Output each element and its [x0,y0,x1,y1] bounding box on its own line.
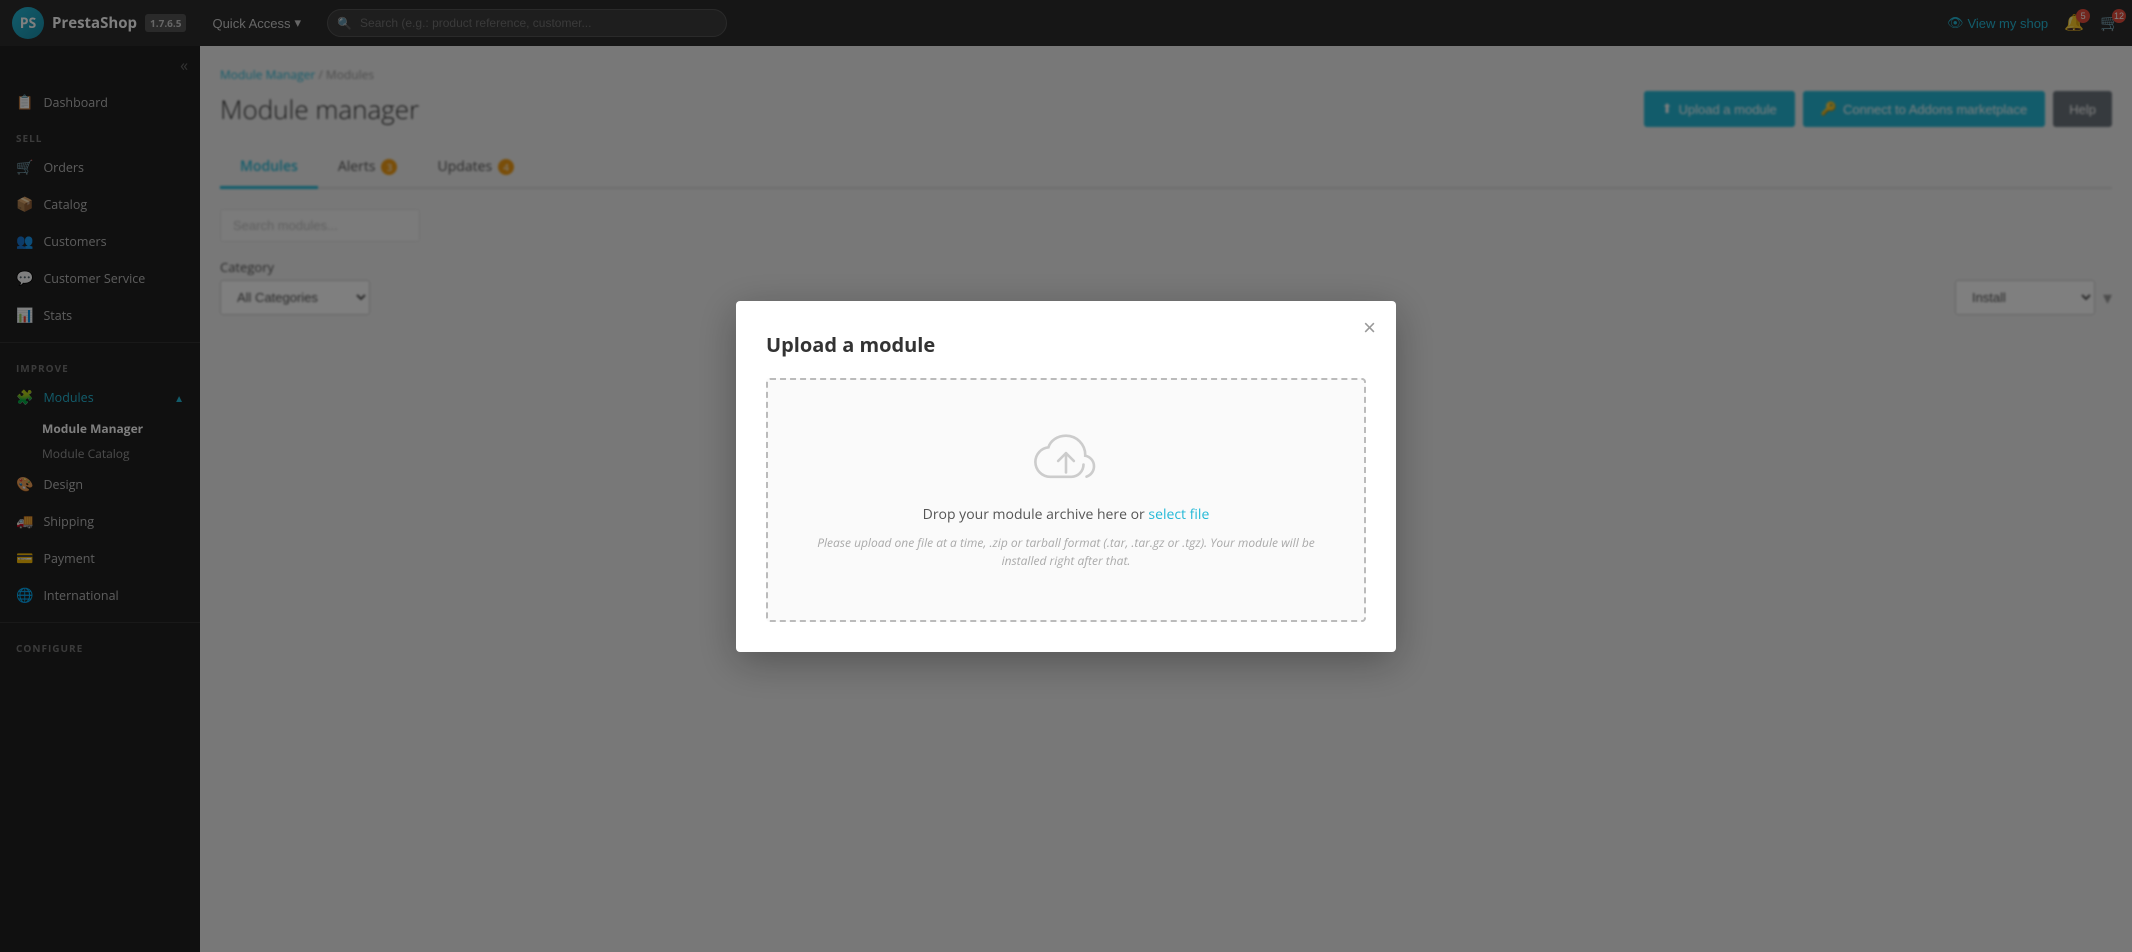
drop-zone[interactable]: Drop your module archive here or select … [766,378,1366,622]
drop-hint: Please upload one file at a time, .zip o… [798,534,1334,570]
select-file-link[interactable]: select file [1148,505,1209,524]
drop-text: Drop your module archive here or [923,505,1145,524]
upload-module-modal: Upload a module × Drop your module archi… [736,301,1396,652]
modal-title: Upload a module [766,331,1366,358]
modal-close-button[interactable]: × [1363,317,1376,339]
drop-main-text: Drop your module archive here or select … [798,505,1334,524]
cloud-upload-icon [1031,430,1101,485]
modal-overlay[interactable]: Upload a module × Drop your module archi… [0,0,2132,952]
